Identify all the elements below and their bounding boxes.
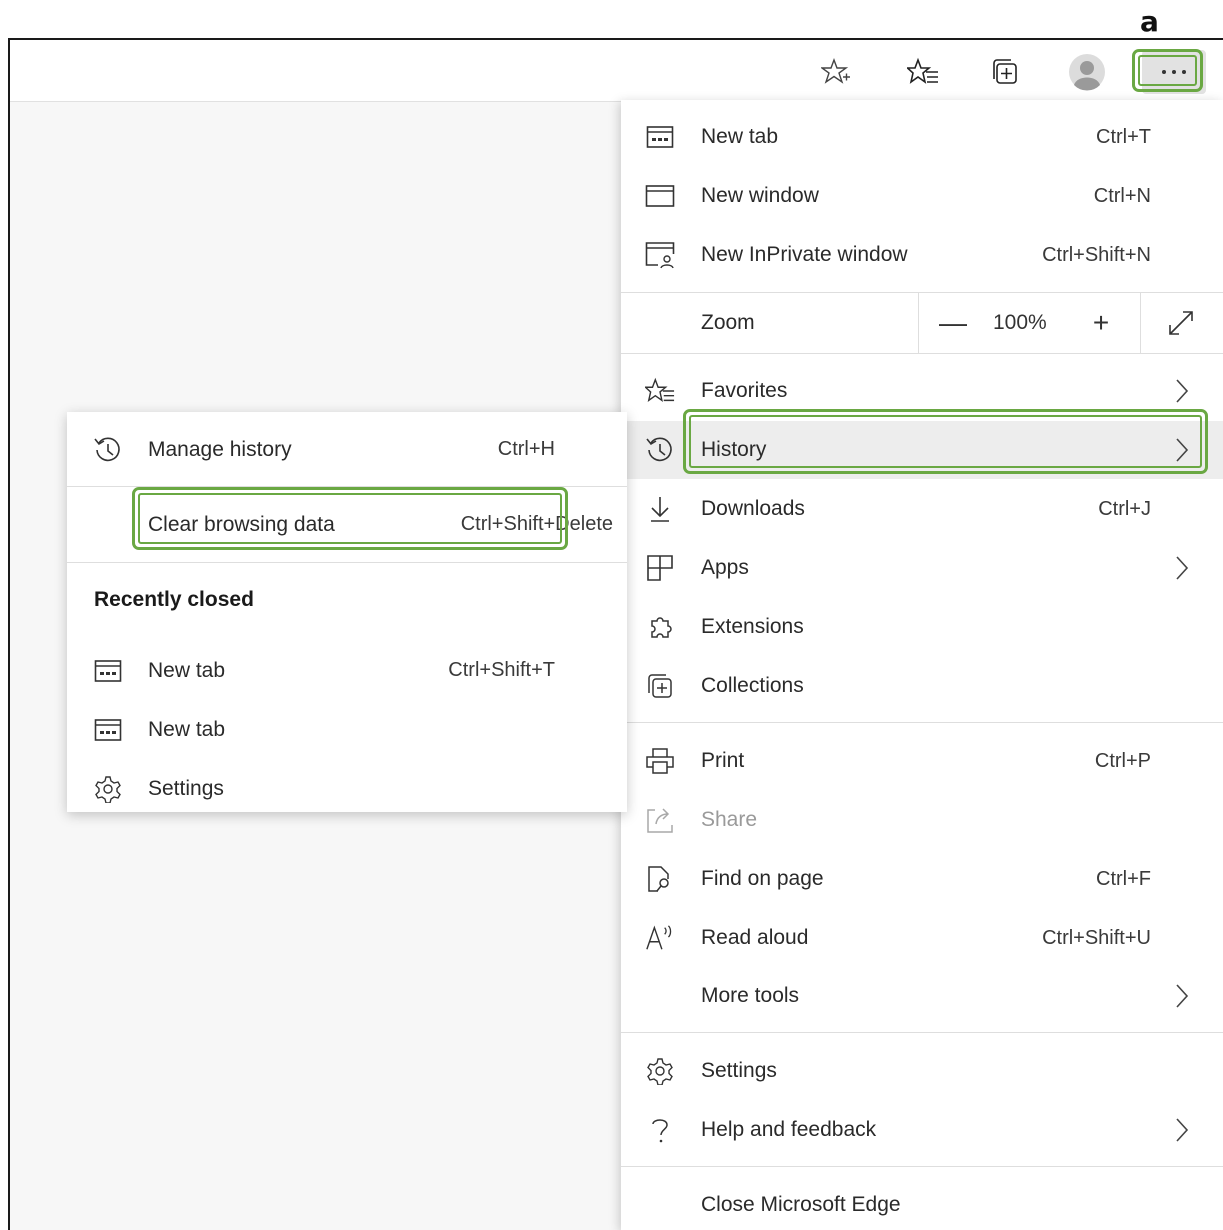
menu-item-help-feedback[interactable]: Help and feedback [621, 1101, 1223, 1159]
new-tab-icon [91, 716, 125, 744]
share-icon [645, 806, 675, 834]
menu-shortcut: Ctrl+N [1093, 184, 1151, 207]
submenu-label: Manage history [148, 438, 292, 461]
new-tab-icon [645, 123, 675, 151]
zoom-row: Zoom — 100% + [621, 293, 1223, 353]
menu-label: Find on page [701, 867, 824, 890]
menu-label: More tools [701, 984, 800, 1007]
help-icon [645, 1116, 675, 1144]
chevron-right-icon [1176, 556, 1189, 580]
apps-icon [645, 554, 675, 582]
submenu-label: Settings [148, 777, 224, 800]
menu-item-close-edge[interactable]: Close Microsoft Edge [621, 1176, 1223, 1230]
zoom-divider [1140, 293, 1141, 353]
submenu-label: New tab [148, 718, 226, 741]
menu-shortcut: Ctrl+T [1096, 125, 1151, 148]
menu-shortcut: Ctrl+F [1096, 867, 1151, 890]
gear-icon [91, 775, 125, 803]
menu-divider [621, 1166, 1223, 1167]
fullscreen-icon [1169, 311, 1193, 335]
recently-closed-item[interactable]: New tab [67, 701, 627, 759]
browser-toolbar [10, 40, 1223, 102]
annotation-a: a [1140, 5, 1159, 38]
menu-item-extensions[interactable]: Extensions [621, 598, 1223, 656]
favorites-icon[interactable] [903, 52, 943, 92]
menu-item-find-on-page[interactable]: Find on page Ctrl+F [621, 850, 1223, 908]
menu-shortcut: Ctrl+P [1094, 749, 1151, 772]
collections-icon[interactable] [985, 52, 1025, 92]
new-tab-icon [91, 657, 125, 685]
zoom-divider [918, 293, 919, 353]
menu-item-new-tab[interactable]: New tab Ctrl+T [621, 108, 1223, 166]
recently-closed-heading: Recently closed [94, 588, 254, 611]
menu-item-new-window[interactable]: New window Ctrl+N [621, 167, 1223, 225]
zoom-out-button[interactable]: — [935, 307, 971, 339]
chevron-right-icon [1176, 1118, 1189, 1142]
print-icon [645, 747, 675, 775]
settings-and-more-menu: New tab Ctrl+T New window Ctrl+N New InP… [621, 100, 1223, 1230]
menu-item-collections[interactable]: Collections [621, 657, 1223, 715]
menu-label: Read aloud [701, 926, 809, 949]
download-icon [645, 495, 675, 523]
recently-closed-item[interactable]: New tab Ctrl+Shift+T [67, 642, 627, 700]
menu-shortcut: Ctrl+Shift+U [1042, 926, 1151, 949]
highlight-clear-browsing-data [132, 487, 568, 550]
menu-shortcut: Ctrl+Shift+N [1042, 243, 1151, 266]
menu-label: Collections [701, 674, 804, 697]
menu-item-share: Share [621, 791, 1223, 849]
add-favorite-icon[interactable] [816, 52, 856, 92]
history-icon [645, 436, 675, 464]
menu-divider [621, 353, 1223, 354]
menu-item-apps[interactable]: Apps [621, 539, 1223, 597]
highlight-history [683, 409, 1208, 474]
menu-label: Print [701, 749, 745, 772]
recently-closed-item[interactable]: Settings [67, 760, 627, 818]
menu-label: New InPrivate window [701, 243, 908, 266]
extensions-icon [645, 613, 675, 641]
menu-label: New tab [701, 125, 779, 148]
menu-item-more-tools[interactable]: More tools [621, 967, 1223, 1025]
menu-label: Settings [701, 1059, 777, 1082]
read-aloud-icon [645, 924, 675, 952]
zoom-label: Zoom [701, 311, 755, 334]
fullscreen-button[interactable] [1163, 307, 1199, 339]
menu-divider [621, 1032, 1223, 1033]
menu-divider [621, 722, 1223, 723]
menu-item-print[interactable]: Print Ctrl+P [621, 732, 1223, 790]
menu-label: Apps [701, 556, 749, 579]
submenu-divider [67, 562, 627, 563]
submenu-shortcut: Ctrl+Shift+T [448, 659, 555, 681]
menu-label: New window [701, 184, 819, 207]
gear-icon [645, 1057, 675, 1085]
submenu-item-manage-history[interactable]: Manage history Ctrl+H [67, 421, 627, 479]
menu-item-read-aloud[interactable]: Read aloud Ctrl+Shift+U [621, 909, 1223, 967]
highlight-more-options [1132, 49, 1203, 92]
zoom-value: 100% [993, 311, 1047, 334]
find-on-page-icon [645, 865, 675, 893]
favorites-icon [645, 377, 675, 405]
menu-shortcut: Ctrl+J [1098, 497, 1151, 520]
menu-label: Close Microsoft Edge [701, 1193, 901, 1216]
submenu-shortcut: Ctrl+H [497, 438, 555, 460]
submenu-label: New tab [148, 659, 226, 682]
menu-label: Favorites [701, 379, 788, 402]
history-submenu: Manage history Ctrl+H Clear browsing dat… [67, 412, 627, 812]
chevron-right-icon [1176, 379, 1189, 403]
window-icon [645, 182, 675, 210]
chevron-right-icon [1176, 984, 1189, 1008]
zoom-in-button[interactable]: + [1083, 307, 1119, 339]
inprivate-icon [645, 241, 675, 269]
menu-label: Help and feedback [701, 1118, 877, 1141]
history-icon [91, 436, 125, 464]
profile-avatar-icon[interactable] [1067, 52, 1107, 92]
menu-item-downloads[interactable]: Downloads Ctrl+J [621, 480, 1223, 538]
menu-item-new-inprivate[interactable]: New InPrivate window Ctrl+Shift+N [621, 226, 1223, 284]
menu-label: Share [701, 808, 758, 831]
menu-label: Extensions [701, 615, 804, 638]
collections-icon [645, 672, 675, 700]
menu-label: Downloads [701, 497, 805, 520]
menu-item-settings[interactable]: Settings [621, 1042, 1223, 1100]
